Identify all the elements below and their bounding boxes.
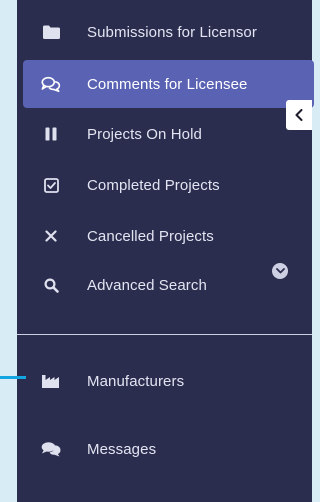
- sidebar-item-comments-for-licensee[interactable]: Comments for Licensee: [23, 60, 314, 108]
- sidebar-item-label: Manufacturers: [87, 372, 185, 390]
- times-icon: [41, 226, 61, 246]
- search-icon: [41, 275, 61, 295]
- folder-icon: [41, 22, 61, 42]
- sidebar: Submissions for Licensor Comments for Li…: [17, 0, 314, 502]
- comments-icon: [41, 74, 61, 94]
- sidebar-item-label: Comments for Licensee: [87, 75, 248, 93]
- sidebar-divider: [17, 334, 312, 335]
- chevron-down-icon[interactable]: [272, 263, 288, 279]
- sidebar-item-label: Advanced Search: [87, 276, 207, 294]
- sidebar-item-manufacturers[interactable]: Manufacturers: [23, 357, 314, 405]
- chevron-left-icon: [295, 109, 303, 121]
- industry-icon: [41, 371, 61, 391]
- sidebar-item-label: Projects On Hold: [87, 125, 202, 143]
- sidebar-item-label: Submissions for Licensor: [87, 23, 257, 41]
- check-square-icon: [41, 175, 61, 195]
- pause-icon: [41, 124, 61, 144]
- sidebar-item-label: Cancelled Projects: [87, 227, 214, 245]
- sidebar-item-cancelled-projects[interactable]: Cancelled Projects: [23, 212, 314, 260]
- sidebar-item-messages[interactable]: Messages: [23, 425, 314, 473]
- sidebar-item-label: Completed Projects: [87, 176, 220, 194]
- collapse-sidebar-button[interactable]: [286, 100, 312, 130]
- sidebar-item-label: Messages: [87, 440, 157, 458]
- sidebar-item-submissions-for-licensor[interactable]: Submissions for Licensor: [23, 8, 314, 56]
- sidebar-item-advanced-search[interactable]: Advanced Search: [23, 261, 314, 309]
- sidebar-item-completed-projects[interactable]: Completed Projects: [23, 161, 314, 209]
- annotation-pointer-line: [0, 376, 26, 379]
- sidebar-item-projects-on-hold[interactable]: Projects On Hold: [23, 110, 314, 158]
- messages-icon: [41, 439, 61, 459]
